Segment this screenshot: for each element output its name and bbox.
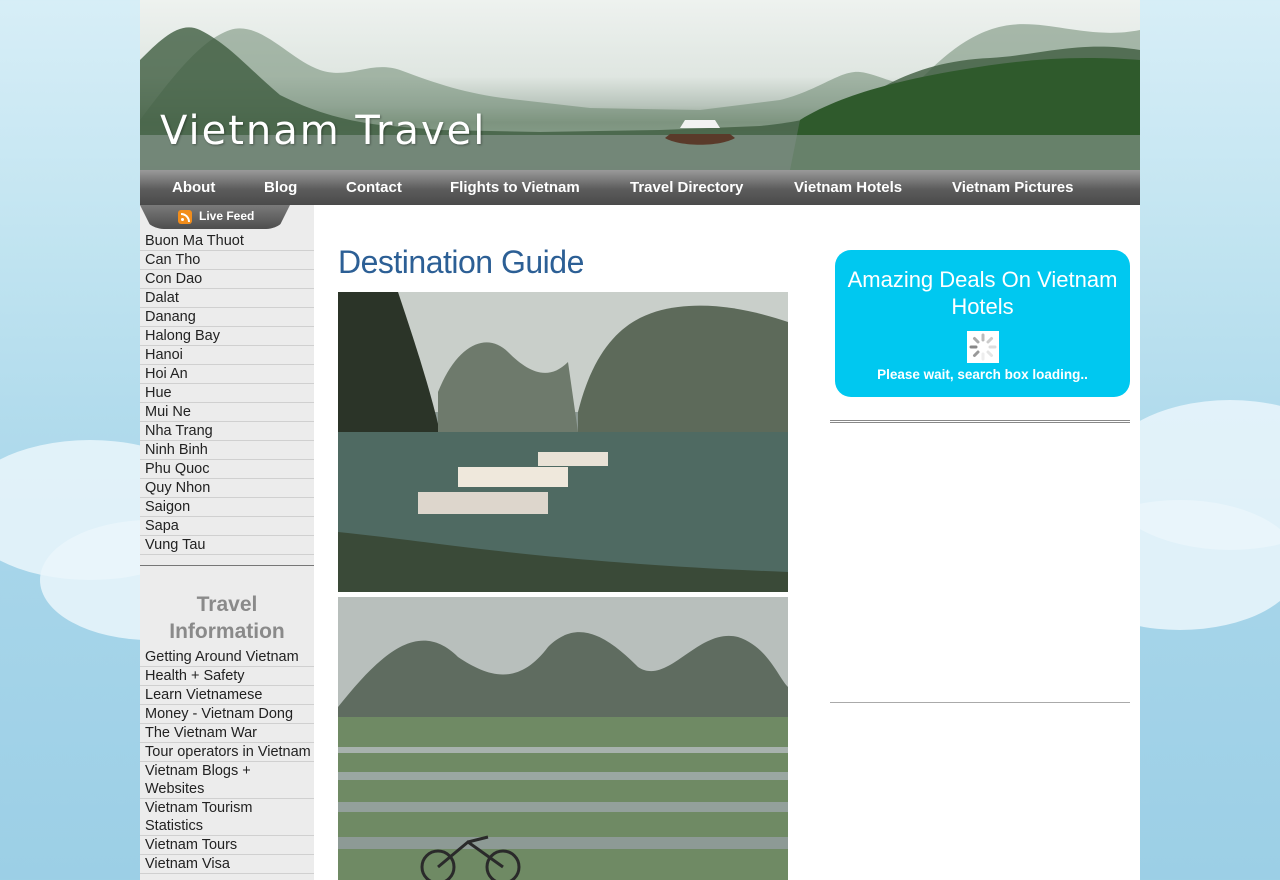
sidebar-item-vietnam-visa[interactable]: Vietnam Visa bbox=[140, 855, 314, 874]
sidebar-item-getting-around[interactable]: Getting Around Vietnam bbox=[140, 648, 314, 667]
travel-info-list: Getting Around Vietnam Health + Safety L… bbox=[140, 648, 314, 874]
live-feed-tab[interactable]: Live Feed bbox=[140, 205, 290, 231]
nav-flights[interactable]: Flights to Vietnam bbox=[450, 179, 580, 196]
right-divider-bottom bbox=[830, 702, 1130, 703]
sidebar-item-health-safety[interactable]: Health + Safety bbox=[140, 667, 314, 686]
sidebar-item-dalat[interactable]: Dalat bbox=[140, 289, 314, 308]
nav-vietnam-hotels[interactable]: Vietnam Hotels bbox=[794, 179, 902, 196]
sidebar-item-con-dao[interactable]: Con Dao bbox=[140, 270, 314, 289]
sidebar-item-quy-nhon[interactable]: Quy Nhon bbox=[140, 479, 314, 498]
sidebar-item-hoi-an[interactable]: Hoi An bbox=[140, 365, 314, 384]
sidebar-item-vietnam-tours[interactable]: Vietnam Tours bbox=[140, 836, 314, 855]
page-title: Destination Guide bbox=[338, 244, 584, 280]
travel-info-heading: Travel Information bbox=[169, 593, 285, 643]
live-feed-label: Live Feed bbox=[199, 209, 255, 223]
sidebar-item-saigon[interactable]: Saigon bbox=[140, 498, 314, 517]
sidebar-item-nha-trang[interactable]: Nha Trang bbox=[140, 422, 314, 441]
nav-about[interactable]: About bbox=[172, 179, 215, 196]
sidebar-item-money[interactable]: Money - Vietnam Dong bbox=[140, 705, 314, 724]
sidebar-item-halong-bay[interactable]: Halong Bay bbox=[140, 327, 314, 346]
nav-travel-directory[interactable]: Travel Directory bbox=[630, 179, 743, 196]
hotel-deals-widget: Amazing Deals On Vietnam Hotels Please w… bbox=[835, 250, 1130, 397]
destination-list: Buon Ma Thuot Can Tho Con Dao Dalat Dana… bbox=[140, 232, 314, 555]
sidebar-item-danang[interactable]: Danang bbox=[140, 308, 314, 327]
sidebar-item-vung-tau[interactable]: Vung Tau bbox=[140, 536, 314, 555]
right-divider-top bbox=[830, 420, 1130, 423]
nav-vietnam-pictures[interactable]: Vietnam Pictures bbox=[952, 179, 1073, 196]
sidebar-item-buon-ma-thuot[interactable]: Buon Ma Thuot bbox=[140, 232, 314, 251]
sidebar: Buon Ma Thuot Can Tho Con Dao Dalat Dana… bbox=[140, 205, 314, 880]
sidebar-item-learn-vietnamese[interactable]: Learn Vietnamese bbox=[140, 686, 314, 705]
main-nav: About Blog Contact Flights to Vietnam Tr… bbox=[140, 170, 1140, 205]
site-title[interactable]: Vietnam Travel bbox=[160, 108, 486, 154]
sidebar-item-mui-ne[interactable]: Mui Ne bbox=[140, 403, 314, 422]
sidebar-item-tourism-statistics[interactable]: Vietnam Tourism Statistics bbox=[140, 799, 314, 836]
sidebar-item-hue[interactable]: Hue bbox=[140, 384, 314, 403]
loading-text: Please wait, search box loading.. bbox=[877, 367, 1088, 382]
deals-title: Amazing Deals On Vietnam Hotels bbox=[847, 267, 1118, 319]
sidebar-item-phu-quoc[interactable]: Phu Quoc bbox=[140, 460, 314, 479]
nav-blog[interactable]: Blog bbox=[264, 179, 297, 196]
sidebar-divider bbox=[140, 565, 314, 566]
sidebar-item-tour-operators[interactable]: Tour operators in Vietnam bbox=[140, 743, 314, 762]
sidebar-item-ninh-binh[interactable]: Ninh Binh bbox=[140, 441, 314, 460]
loading-spinner-icon bbox=[967, 331, 999, 363]
rss-icon bbox=[178, 210, 192, 224]
sidebar-item-sapa[interactable]: Sapa bbox=[140, 517, 314, 536]
sidebar-item-blogs-websites[interactable]: Vietnam Blogs + Websites bbox=[140, 762, 314, 799]
sidebar-item-can-tho[interactable]: Can Tho bbox=[140, 251, 314, 270]
halong-bay-photo[interactable] bbox=[338, 292, 788, 592]
rice-field-photo[interactable] bbox=[338, 597, 788, 880]
header-banner: Vietnam Travel bbox=[140, 0, 1140, 170]
sidebar-item-vietnam-war[interactable]: The Vietnam War bbox=[140, 724, 314, 743]
page-container: Vietnam Travel About Blog Contact Flight… bbox=[140, 0, 1140, 880]
nav-contact[interactable]: Contact bbox=[346, 179, 402, 196]
sidebar-item-hanoi[interactable]: Hanoi bbox=[140, 346, 314, 365]
